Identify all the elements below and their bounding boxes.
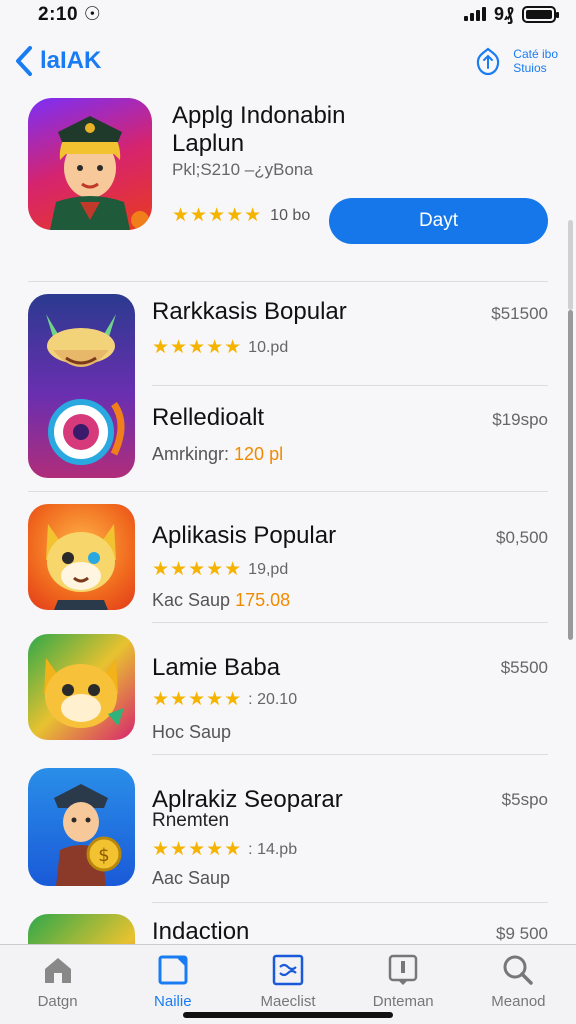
app-subtitle-text: Kac Saup xyxy=(152,590,231,610)
home-icon xyxy=(44,958,71,983)
app-icon[interactable] xyxy=(28,294,135,478)
app-subtitle-text: Amrkingr: xyxy=(152,444,230,464)
featured-title-line2: Laplun xyxy=(172,130,245,157)
nav-right-button[interactable]: Caté ibo Stuios xyxy=(471,44,558,78)
battery-percentage: 9₰ xyxy=(493,3,514,24)
app-subtitle: Hoc Saup xyxy=(152,722,231,743)
tab-label: Datgn xyxy=(37,993,78,1010)
star-rating-icon: ★★★★★ xyxy=(152,839,243,860)
nav-right-line2: Stuios xyxy=(513,61,547,75)
app-price: $9 500 xyxy=(496,924,548,943)
app-subtitle: Kac Saup 175.08 xyxy=(152,590,290,611)
rating-count: : 20.10 xyxy=(248,690,298,708)
app-rating: ★★★★★ 10.pd xyxy=(152,336,288,359)
app-price: $51500 xyxy=(491,304,548,323)
share-icon xyxy=(477,47,500,76)
rating-count: : 14.pb xyxy=(248,840,298,858)
app-rating: ★★★★★ : 20.10 xyxy=(152,688,297,711)
app-price: $0,500 xyxy=(496,528,548,547)
star-rating-icon: ★★★★★ xyxy=(172,205,263,226)
tab-label: Dnteman xyxy=(372,993,434,1010)
app-subtitle: Amrkingr: 120 pl xyxy=(152,444,283,465)
status-time: 2:10 ☉ xyxy=(38,3,102,25)
app-rating: ★★★★★ : 14.pb xyxy=(152,838,297,861)
featured-rating-count: 10 bo xyxy=(270,206,311,224)
star-rating-icon: ★★★★★ xyxy=(152,689,243,710)
chevron-left-icon xyxy=(16,46,32,76)
app-subtitle-text: Aac Saup xyxy=(152,868,231,888)
status-indicators: 9₰ xyxy=(463,3,559,25)
list-item[interactable]: $ Aplrakiz Seoparar Rnemten $5spo ★★★★★ … xyxy=(0,754,576,903)
app-subtitle-accent: 175.08 xyxy=(235,590,291,610)
featured-app-subtitle: Pkl;S210 –¿yBona xyxy=(172,160,313,179)
list-item[interactable]: Lamie Baba $5500 ★★★★★ : 20.10 Hoc Saup xyxy=(0,622,576,755)
apps-icon xyxy=(272,954,304,986)
app-price: $5500 xyxy=(500,658,548,677)
back-label: laIAK xyxy=(40,47,102,74)
tab-label: Maeclist xyxy=(260,993,316,1010)
home-indicator[interactable] xyxy=(183,1012,393,1018)
app-name[interactable]: Relledioalt xyxy=(152,404,264,432)
app-name[interactable]: Rarkkasis Bopular xyxy=(152,298,347,326)
tab-datgn[interactable]: Datgn xyxy=(0,945,115,1024)
star-rating-icon: ★★★★★ xyxy=(152,559,243,580)
row-divider xyxy=(152,385,548,386)
scrollbar[interactable] xyxy=(568,310,573,640)
rating-count: 10.pd xyxy=(248,338,289,356)
nav-right-line1: Caté ibo xyxy=(513,47,558,61)
app-price: $19spo xyxy=(492,410,548,429)
app-subtitle-accent: 120 pl xyxy=(234,444,284,464)
tab-meanod[interactable]: Meanod xyxy=(461,945,576,1024)
scrollbar-track xyxy=(568,220,573,310)
navigation-bar: laIAK Caté ibo Stuios xyxy=(0,38,576,84)
featured-app-icon[interactable] xyxy=(28,98,152,230)
get-button[interactable]: Dayt xyxy=(329,198,548,244)
app-icon[interactable] xyxy=(28,634,135,740)
app-price: $5spo xyxy=(501,790,548,809)
app-subtitle: Aac Saup xyxy=(152,868,230,889)
cell-signal-icon xyxy=(463,7,486,21)
tab-label: Meanod xyxy=(491,993,546,1010)
svg-text:$: $ xyxy=(98,845,109,866)
tab-label: Nailie xyxy=(154,993,192,1010)
today-icon xyxy=(158,955,188,985)
battery-icon xyxy=(522,5,559,23)
featured-app-card: Applg Indonabin Laplun Pkl;S210 –¿yBona … xyxy=(28,98,548,258)
featured-title-line1: Applg Indonabin xyxy=(172,102,346,129)
back-button[interactable]: laIAK xyxy=(12,44,101,78)
list-item[interactable]: Aplikasis Popular $0,500 ★★★★★ 19,pd Kac… xyxy=(0,492,576,623)
status-bar: 2:10 ☉ 9₰ xyxy=(0,0,576,28)
app-icon[interactable] xyxy=(28,504,135,610)
arcade-icon xyxy=(388,954,418,985)
rating-count: 19,pd xyxy=(248,560,289,578)
app-name-line2: Rnemten xyxy=(152,810,230,831)
app-subtitle-text: Hoc Saup xyxy=(152,722,232,742)
app-name[interactable]: Lamie Baba xyxy=(152,654,280,682)
app-name[interactable]: Indaction xyxy=(152,918,249,946)
featured-app-title: Applg Indonabin Laplun xyxy=(172,102,472,158)
featured-rating: ★★★★★ 10 bo xyxy=(172,204,310,227)
app-name[interactable]: Aplikasis Popular xyxy=(152,522,336,550)
search-icon xyxy=(503,955,534,985)
app-rating: ★★★★★ 19,pd xyxy=(152,558,288,581)
star-rating-icon: ★★★★★ xyxy=(152,337,243,358)
app-icon[interactable]: $ xyxy=(28,768,135,886)
